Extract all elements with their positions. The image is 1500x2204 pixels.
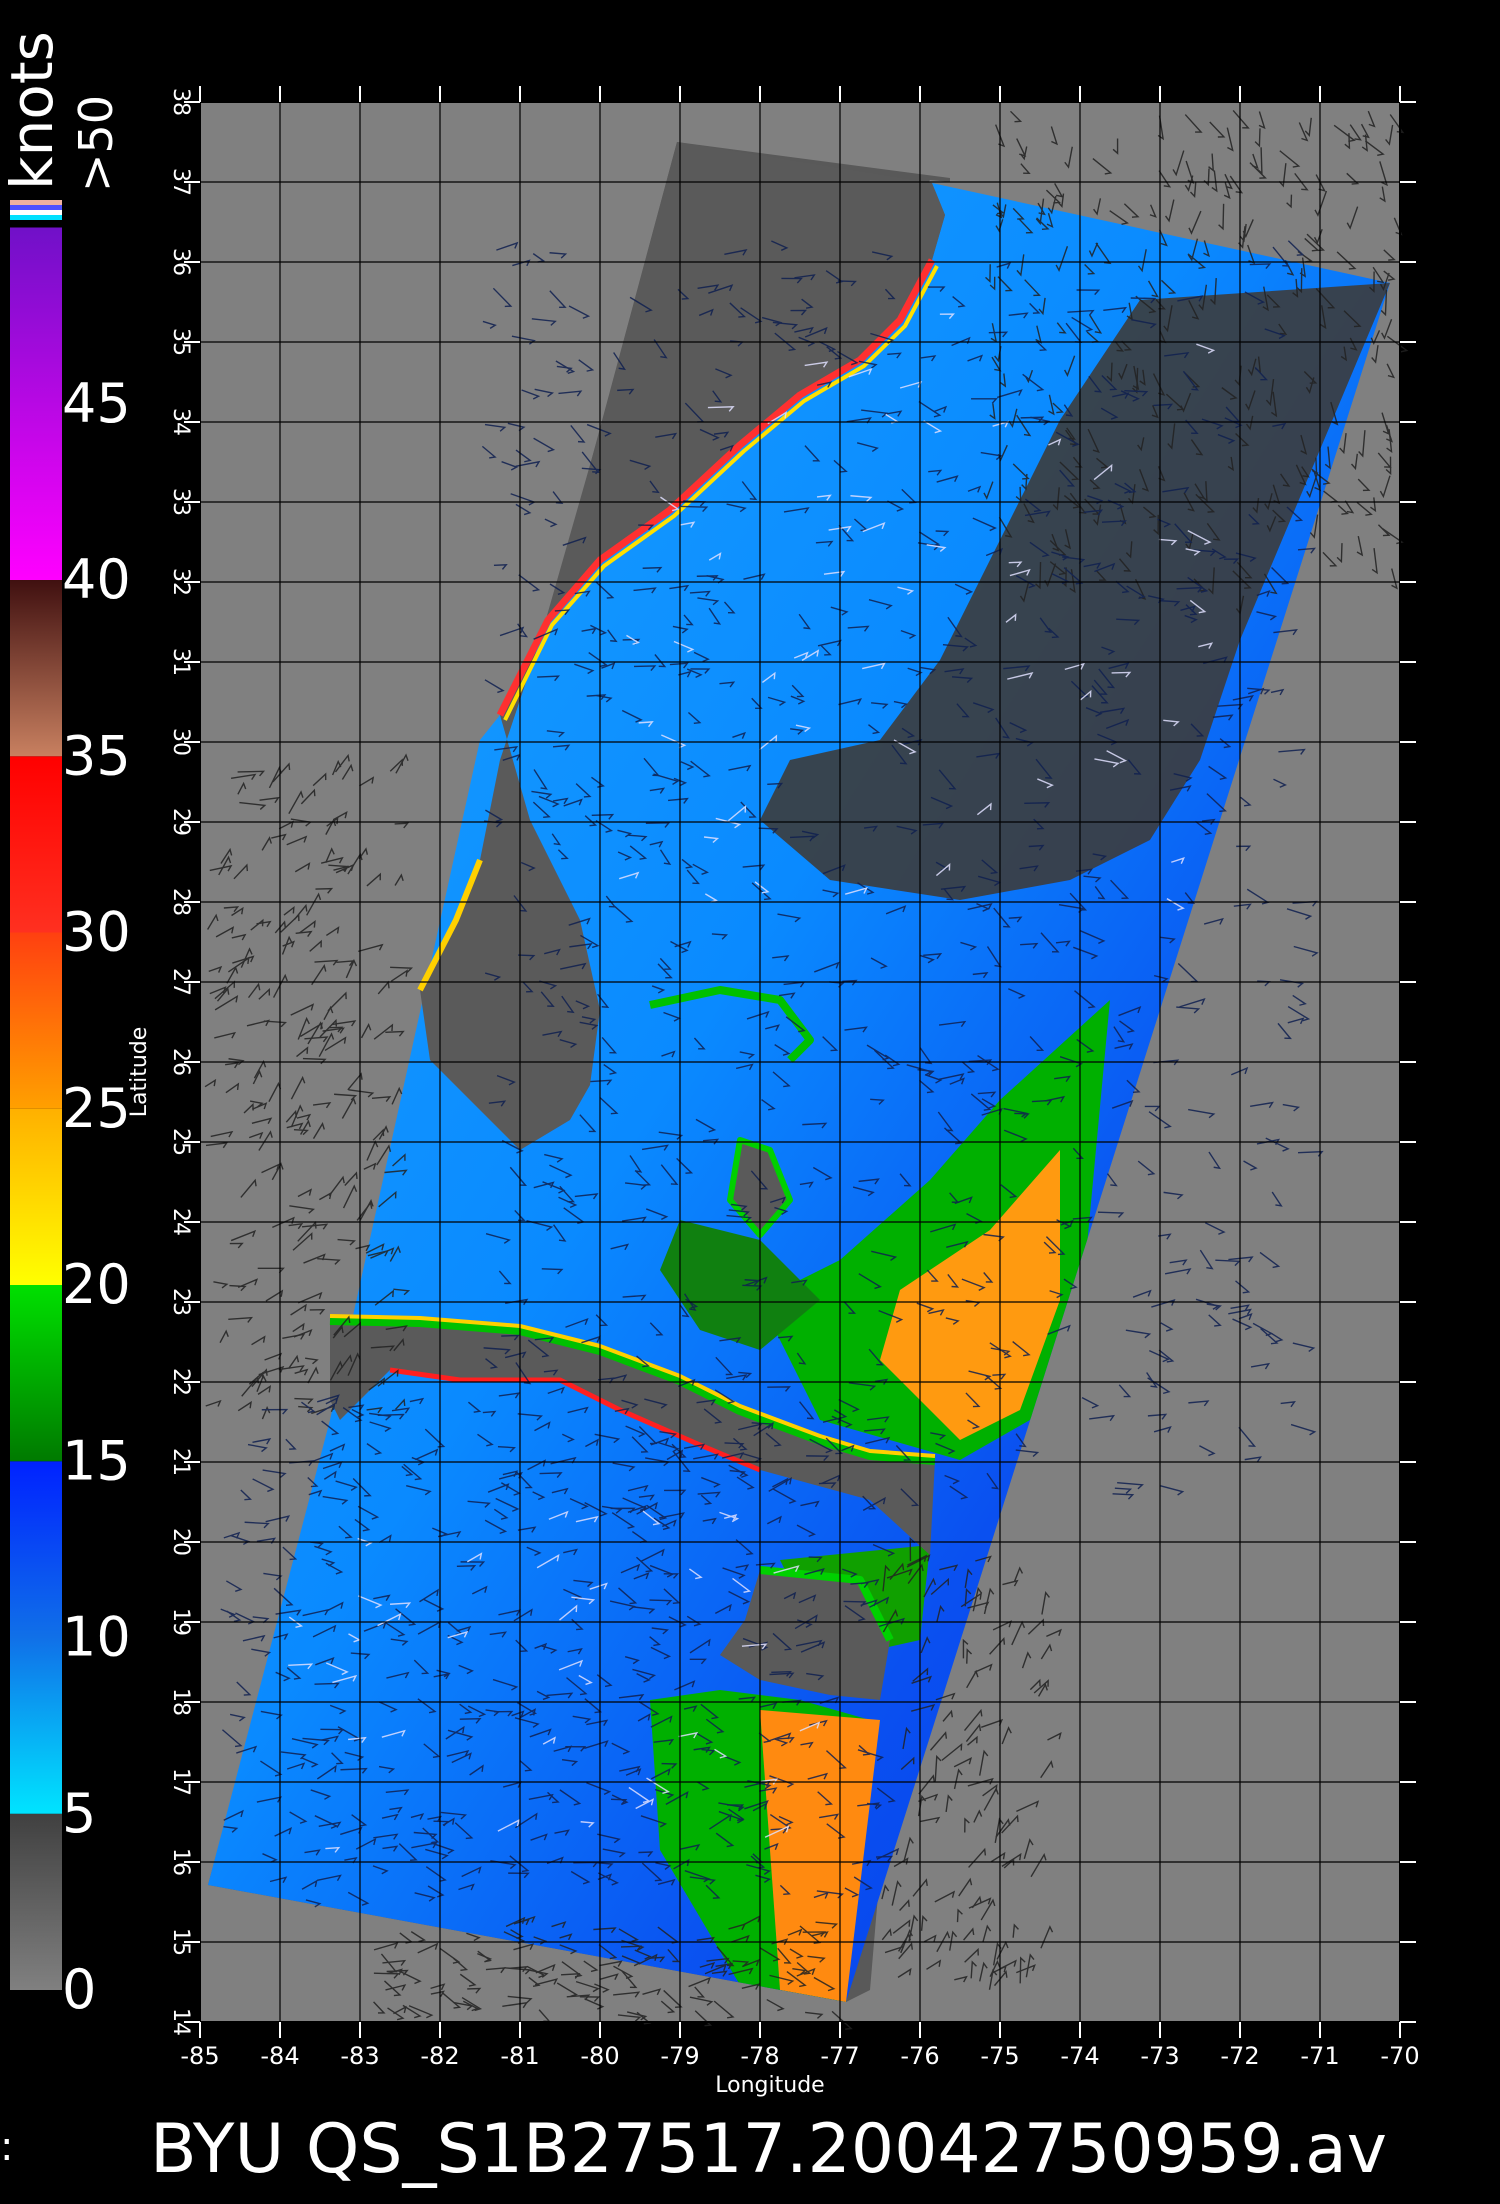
longitude-tick-label: -76: [900, 2042, 939, 2070]
latitude-tick-label: 25: [168, 1128, 193, 1156]
colorbar-tick-label: 0: [62, 1958, 96, 2021]
longitude-tick-label: -77: [820, 2042, 859, 2070]
latitude-tick-label: 22: [168, 1368, 193, 1396]
latitude-tick-label: 15: [168, 1928, 193, 1956]
latitude-tick-label: 19: [168, 1608, 193, 1636]
longitude-tick-label: -73: [1140, 2042, 1179, 2070]
latitude-tick-label: 24: [168, 1208, 193, 1236]
colorbar-segment: [10, 580, 62, 757]
latitude-tick-label: 36: [168, 248, 193, 276]
latitude-tick-label: 30: [168, 728, 193, 756]
longitude-tick-label: -85: [180, 2042, 219, 2070]
colorbar: [10, 200, 62, 1990]
latitude-tick-label: 32: [168, 568, 193, 596]
colorbar-overflow-swatch: [10, 210, 62, 215]
latitude-tick-label: 27: [168, 968, 193, 996]
colorbar-overflow-swatch: [10, 205, 62, 210]
latitude-tick-label: 29: [168, 808, 193, 836]
latitude-tick-label: 26: [168, 1048, 193, 1076]
latitude-tick-label: 14: [168, 2008, 193, 2036]
longitude-tick-label: -78: [740, 2042, 779, 2070]
longitude-tick-label: -84: [260, 2042, 299, 2070]
latitude-tick-label: 23: [168, 1288, 193, 1316]
longitude-tick-label: -71: [1300, 2042, 1339, 2070]
colorbar-segment: [10, 227, 62, 580]
colorbar-tick-label: 30: [62, 901, 131, 964]
colorbar-overflow-swatch: [10, 200, 62, 205]
colorbar-top-label: >50: [69, 95, 123, 192]
colorbar-segment: [10, 1813, 62, 1990]
colorbar-tick-label: 25: [62, 1077, 131, 1140]
latitude-tick-label: 37: [168, 168, 193, 196]
footer-left-glyph: :: [0, 2124, 13, 2170]
colorbar-segment: [10, 1285, 62, 1462]
footer-title: BYU QS_S1B27517.20042750959.av: [150, 2110, 1387, 2189]
longitude-tick-label: -80: [580, 2042, 619, 2070]
colorbar-tick-label: 15: [62, 1429, 131, 1492]
latitude-tick-label: 16: [168, 1848, 193, 1876]
colorbar-tick-label: 20: [62, 1253, 131, 1316]
longitude-tick-label: -79: [660, 2042, 699, 2070]
colorbar-tick-label: 10: [62, 1606, 131, 1669]
latitude-tick-label: 38: [168, 88, 193, 116]
longitude-tick-label: -75: [980, 2042, 1019, 2070]
wind-map-figure: knots >50 0 5 10 15 20 25 30 35 40 45 -8…: [0, 0, 1500, 2200]
colorbar-overflow-swatch: [10, 215, 62, 220]
longitude-tick-label: -74: [1060, 2042, 1099, 2070]
colorbar-segment: [10, 1637, 62, 1814]
latitude-tick-label: 20: [168, 1528, 193, 1556]
latitude-tick-label: 31: [168, 648, 193, 676]
latitude-tick-label: 21: [168, 1448, 193, 1476]
latitude-tick-label: 28: [168, 888, 193, 916]
colorbar-tick-label: 5: [62, 1782, 96, 1845]
colorbar-tick-label: 35: [62, 724, 131, 787]
colorbar-segment: [10, 756, 62, 933]
longitude-tick-label: -70: [1380, 2042, 1419, 2070]
colorbar-tick-label: 40: [62, 548, 131, 611]
latitude-tick-label: 18: [168, 1688, 193, 1716]
x-axis-label: Longitude: [715, 2073, 824, 2098]
latitude-tick-label: 35: [168, 328, 193, 356]
map-panel: [199, 101, 1409, 2030]
colorbar-segment: [10, 932, 62, 1109]
longitude-tick-label: -83: [340, 2042, 379, 2070]
longitude-tick-label: -82: [420, 2042, 459, 2070]
latitude-tick-label: 34: [168, 408, 193, 436]
colorbar-tick-label: 45: [62, 372, 131, 435]
longitude-tick-label: -72: [1220, 2042, 1259, 2070]
latitude-tick-label: 33: [168, 488, 193, 516]
wind-map-svg: knots >50 0 5 10 15 20 25 30 35 40 45 -85 -84 -83…: [0, 0, 1500, 2200]
colorbar-segment: [10, 1461, 62, 1638]
colorbar-segment: [10, 1108, 62, 1285]
y-axis-label: Latitude: [127, 1027, 152, 1118]
longitude-tick-label: -81: [500, 2042, 539, 2070]
latitude-tick-label: 17: [168, 1768, 193, 1796]
colorbar-unit-label: knots: [0, 31, 66, 190]
